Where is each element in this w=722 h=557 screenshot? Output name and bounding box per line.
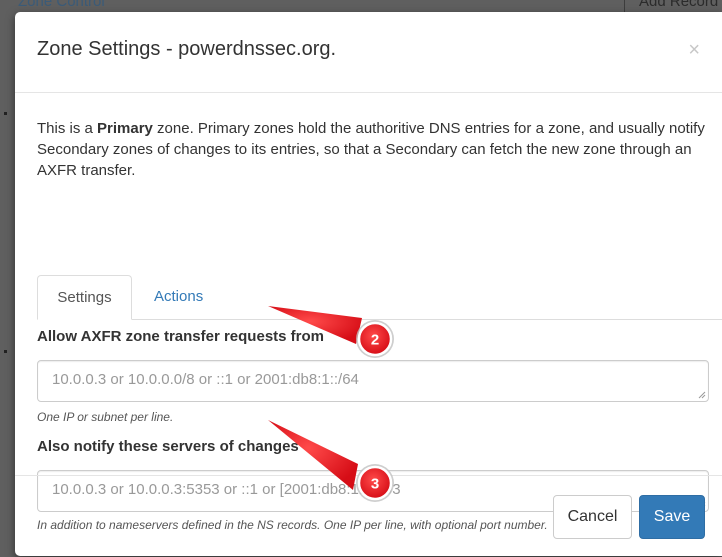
axfr-allow-textarea[interactable]: 10.0.0.3 or 10.0.0.0/8 or ::1 or 2001:db…: [37, 360, 709, 402]
tab-actions[interactable]: Actions: [154, 275, 203, 320]
zone-description: This is a Primary zone. Primary zones ho…: [37, 118, 707, 181]
resize-handle-icon[interactable]: [698, 391, 706, 399]
intro-text: This is a: [37, 120, 98, 137]
background-add-record-button: Add Record: [624, 0, 722, 12]
modal-footer: Cancel Save: [15, 475, 722, 557]
background-marker: [4, 112, 7, 115]
close-icon[interactable]: ×: [688, 40, 700, 60]
modal-header: Zone Settings - powerdnssec.org. ×: [15, 12, 722, 93]
background-tab-zone-control: Zone Control: [18, 0, 105, 10]
background-marker: [4, 350, 7, 353]
modal-body: This is a Primary zone. Primary zones ho…: [37, 92, 722, 532]
settings-tabs: Settings Actions: [37, 275, 722, 321]
zone-settings-modal: Zone Settings - powerdnssec.org. × This …: [15, 12, 722, 556]
modal-title: Zone Settings - powerdnssec.org.: [37, 38, 337, 60]
notify-label: Also notify these servers of changes: [37, 438, 299, 455]
axfr-label: Allow AXFR zone transfer requests from: [37, 328, 324, 345]
tab-divider: [132, 319, 722, 320]
axfr-help-text: One IP or subnet per line.: [37, 410, 174, 424]
axfr-placeholder: 10.0.0.3 or 10.0.0.0/8 or ::1 or 2001:db…: [52, 371, 359, 388]
tab-settings[interactable]: Settings: [37, 275, 132, 320]
zone-kind: Primary: [97, 120, 153, 137]
save-button[interactable]: Save: [639, 495, 705, 539]
cancel-button[interactable]: Cancel: [553, 495, 632, 539]
